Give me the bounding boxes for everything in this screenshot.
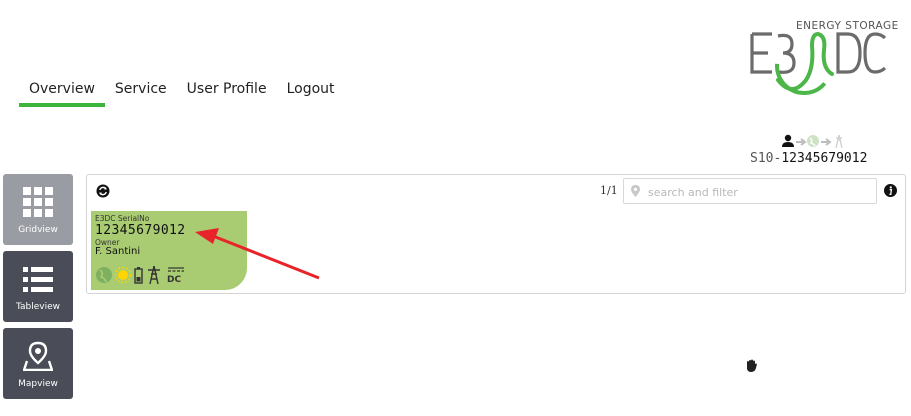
- user-icon: [782, 134, 794, 147]
- nav-user-profile[interactable]: User Profile: [177, 78, 277, 104]
- search-input[interactable]: [646, 182, 870, 202]
- tower-icon: [835, 134, 843, 149]
- main-nav: Overview Service User Profile Logout: [19, 78, 345, 108]
- connection-status: [781, 133, 853, 149]
- device-panel: 1/1 E3DC SerialNo 12345679012 Owner F. S…: [86, 174, 906, 294]
- sidebar-item-tableview[interactable]: Tableview: [3, 251, 73, 322]
- device-feature-icons: DC: [96, 265, 184, 285]
- nav-logout[interactable]: Logout: [277, 78, 345, 104]
- brand-tagline: ENERGY STORAGE: [796, 20, 899, 32]
- refresh-icon[interactable]: [96, 184, 110, 198]
- list-icon: [23, 267, 53, 292]
- grid-tower-icon: [148, 265, 160, 285]
- info-icon[interactable]: [884, 184, 897, 197]
- nav-service[interactable]: Service: [105, 78, 177, 104]
- device-prefix: S10-: [750, 151, 782, 166]
- grid-icon: [23, 187, 53, 217]
- serial-label: E3DC SerialNo: [95, 214, 150, 223]
- sidebar-item-label: Tableview: [16, 302, 60, 312]
- sidebar-item-mapview[interactable]: Mapview: [3, 328, 73, 399]
- sidebar-item-label: Mapview: [18, 379, 58, 389]
- search-box[interactable]: [623, 178, 877, 204]
- nav-overview[interactable]: Overview: [19, 78, 105, 107]
- device-id: S10-12345679012: [750, 151, 867, 166]
- battery-icon: [134, 267, 143, 284]
- location-pin-icon: [631, 185, 640, 197]
- map-pin-icon: [23, 341, 53, 371]
- sun-icon: [114, 266, 132, 284]
- sidebar-item-label: Gridview: [18, 225, 58, 235]
- owner-name: F. Santini: [95, 246, 141, 257]
- globe-icon: [96, 267, 112, 283]
- hand-cursor-icon: [747, 359, 757, 372]
- dc-icon: DC: [167, 267, 184, 285]
- device-card[interactable]: E3DC SerialNo 12345679012 Owner F. Santi…: [91, 211, 247, 290]
- arrow-right-icon: [821, 138, 832, 146]
- sidebar-item-gridview[interactable]: Gridview: [3, 174, 73, 245]
- brand-logo: ENERGY STORAGE: [748, 20, 898, 104]
- device-serial: 12345679012: [781, 151, 868, 166]
- card-serial: 12345679012: [95, 223, 186, 238]
- e3dc-logo-icon: [750, 31, 887, 95]
- arrow-right-icon: [796, 138, 807, 146]
- globe-icon: [807, 135, 819, 147]
- dc-label: DC: [167, 275, 181, 285]
- pagination: 1/1: [600, 184, 618, 197]
